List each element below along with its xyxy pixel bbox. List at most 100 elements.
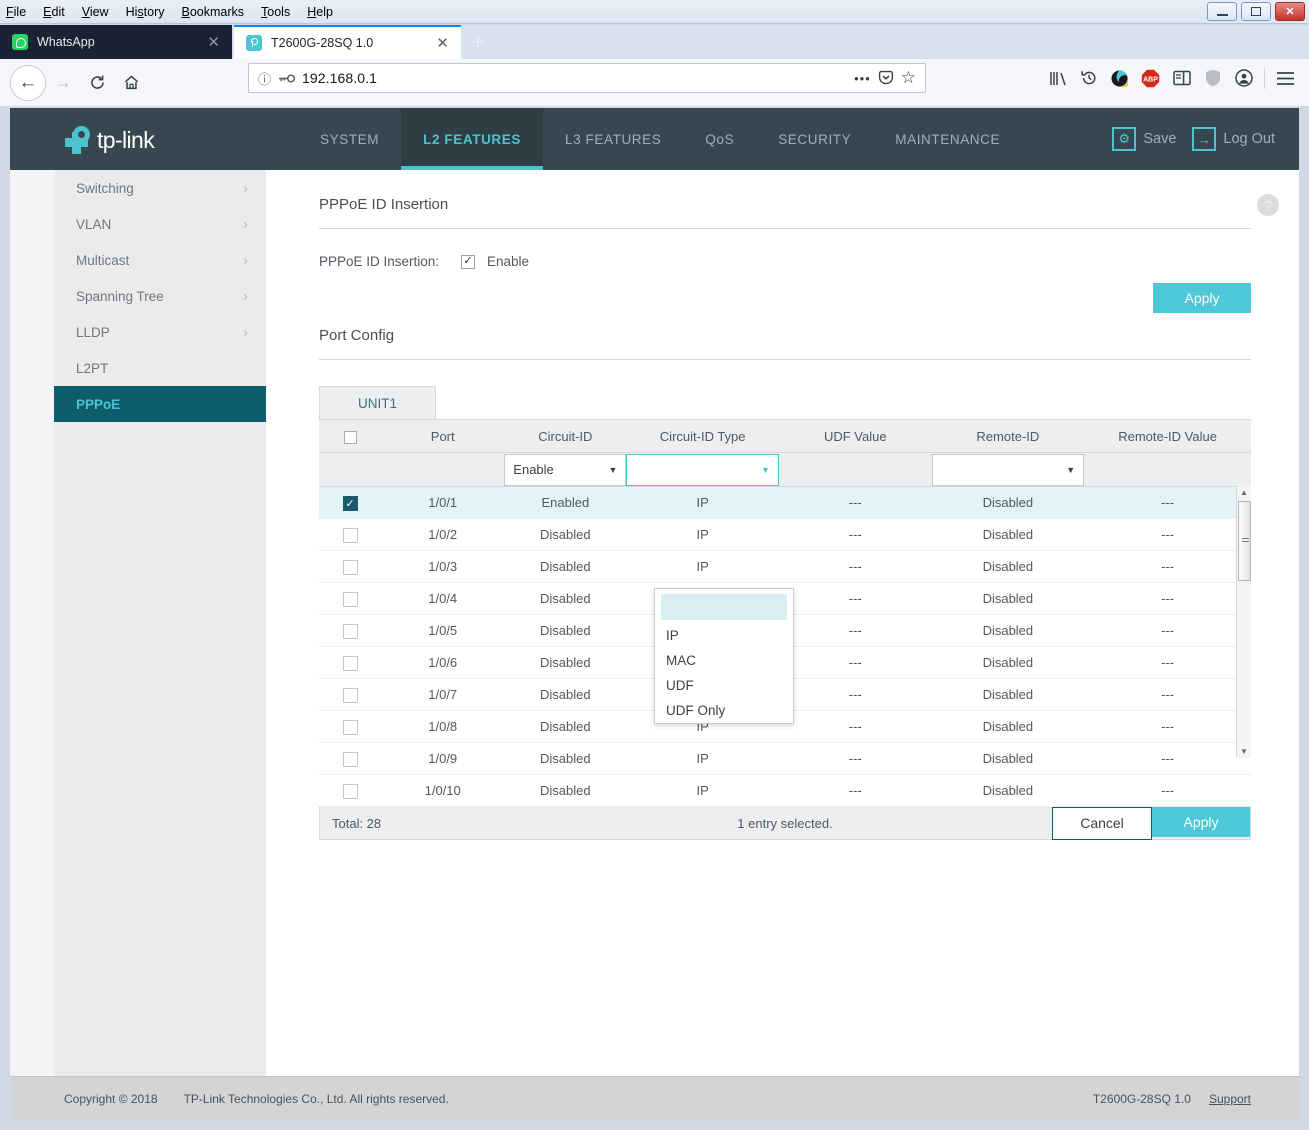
adblock-plus-icon[interactable]: ABP [1135,63,1166,93]
save-button[interactable]: ⚙ Save [1112,127,1176,151]
shield-icon[interactable] [1197,63,1228,93]
cell-remote-id: Disabled [931,678,1085,711]
nav-security[interactable]: SECURITY [756,108,873,170]
cell-remote-id: Disabled [931,486,1085,519]
dropdown-option-udf[interactable]: UDF [655,673,793,698]
chevron-right-icon: › [243,323,248,341]
menu-file[interactable]: FFileile [6,5,26,19]
sidebar-icon[interactable] [1166,63,1197,93]
dropdown-option-blank[interactable] [661,594,787,620]
cell-udf-value: --- [778,518,932,551]
row-checkbox[interactable] [342,687,358,703]
sidebar-item-pppoe[interactable]: PPPoE [54,386,266,422]
support-link[interactable]: Support [1209,1092,1251,1106]
row-checkbox[interactable] [342,751,358,767]
scroll-down-icon[interactable]: ▼ [1237,744,1251,758]
tab-unit1[interactable]: UNIT1 [319,386,436,419]
tplink-logo[interactable]: tp-link [62,126,155,154]
apply-button-top[interactable]: Apply [1153,283,1251,313]
select-all-checkbox[interactable] [343,430,357,444]
nav-maintenance[interactable]: MAINTENANCE [873,108,1022,170]
logout-button[interactable]: → Log Out [1192,127,1275,151]
row-checkbox[interactable] [342,559,358,575]
history-icon[interactable] [1073,63,1104,93]
home-icon[interactable] [114,66,148,100]
scroll-up-icon[interactable]: ▲ [1237,485,1251,499]
menu-tools[interactable]: Tools [261,5,290,19]
table-row[interactable]: 1/0/3 Disabled IP --- Disabled --- [319,550,1251,583]
left-gutter [10,170,54,1076]
nav-l3-features[interactable]: L3 FEATURES [543,108,683,170]
pocket-icon[interactable] [878,70,894,86]
row-checkbox[interactable] [342,591,358,607]
close-icon[interactable]: ✕ [207,35,220,50]
account-icon[interactable] [1228,63,1259,93]
tab-t2600g[interactable]: T2600G-28SQ 1.0 ✕ [234,25,461,59]
maximize-button[interactable] [1241,2,1271,21]
help-icon[interactable]: ? [1257,194,1279,216]
close-button[interactable]: ✕ [1275,2,1305,21]
scrollbar-thumb[interactable] [1238,501,1251,581]
table-row[interactable]: 1/0/10 Disabled IP --- Disabled --- [319,774,1251,807]
company-text: TP-Link Technologies Co., Ltd. All right… [183,1091,449,1106]
bookmark-star-icon[interactable]: ☆ [901,68,916,88]
cell-circuit-id: Disabled [504,550,627,583]
forward-icon[interactable]: → [46,66,80,100]
tab-whatsapp[interactable]: WhatsApp ✕ [0,25,232,59]
table-row[interactable]: ✓ 1/0/1 Enabled IP --- Disabled --- [319,486,1251,519]
row-checkbox[interactable] [342,527,358,543]
row-checkbox[interactable]: ✓ [342,495,358,511]
menu-edit[interactable]: Edit [43,5,65,19]
address-bar[interactable]: ⓘ 192.168.0.1 ••• ☆ [248,63,926,93]
cell-remote-id: Disabled [931,742,1085,775]
cell-port: 1/0/6 [381,646,505,679]
sidebar-item-l2pt[interactable]: L2PT [54,350,266,386]
reload-icon[interactable] [80,66,114,100]
table-scrollbar[interactable]: ▲ ▼ [1236,485,1251,758]
page-actions-icon[interactable]: ••• [854,71,871,86]
sidebar-item-switching[interactable]: Switching › [54,170,266,206]
library-icon[interactable] [1042,63,1073,93]
circuit-id-type-dropdown[interactable]: IP MAC UDF UDF Only [654,588,794,724]
info-icon[interactable]: ⓘ [258,69,271,88]
firefox-color-icon[interactable] [1104,63,1135,93]
dropdown-option-ip[interactable]: IP [655,623,793,648]
chevron-right-icon: › [243,287,248,305]
menu-history[interactable]: History [126,5,165,19]
row-checkbox[interactable] [342,623,358,639]
remote-id-select[interactable]: ▼ [931,453,1085,486]
dropdown-option-udf-only[interactable]: UDF Only [655,698,793,723]
table-row[interactable]: 1/0/2 Disabled IP --- Disabled --- [319,518,1251,551]
minimize-button[interactable] [1207,2,1237,21]
circuit-id-type-select[interactable]: ▼ [626,453,779,486]
menu-view[interactable]: View [82,5,109,19]
pppoe-enable-checkbox[interactable]: ✓ [461,254,475,269]
row-checkbox[interactable] [342,783,358,799]
cell-udf-value: --- [778,678,932,711]
back-icon[interactable]: ← [10,64,46,101]
menu-help[interactable]: Help [307,5,333,19]
sidebar-item-vlan[interactable]: VLAN › [54,206,266,242]
circuit-id-select[interactable]: Enable ▼ [504,453,627,486]
row-checkbox[interactable] [342,719,358,735]
sidebar-item-lldp[interactable]: LLDP › [54,314,266,350]
new-tab-button[interactable]: + [465,31,491,55]
cell-port: 1/0/1 [381,486,505,519]
cancel-button[interactable]: Cancel [1052,806,1152,840]
nav-system[interactable]: SYSTEM [298,108,401,170]
apply-button-table[interactable]: Apply [1152,806,1250,837]
main-nav: SYSTEM L2 FEATURES L3 FEATURES QoS SECUR… [298,108,1022,170]
sidebar-item-spanning-tree[interactable]: Spanning Tree › [54,278,266,314]
row-checkbox[interactable] [342,655,358,671]
close-icon[interactable]: ✕ [436,36,449,51]
menu-icon[interactable] [1270,63,1301,93]
url-text[interactable]: 192.168.0.1 [302,70,847,86]
cell-circuit-id-type: IP [626,774,779,807]
sidebar-item-multicast[interactable]: Multicast › [54,242,266,278]
nav-l2-features[interactable]: L2 FEATURES [401,108,543,170]
nav-qos[interactable]: QoS [683,108,756,170]
menu-bookmarks[interactable]: Bookmarks [182,5,245,19]
dropdown-option-mac[interactable]: MAC [655,648,793,673]
table-row[interactable]: 1/0/9 Disabled IP --- Disabled --- [319,742,1251,775]
cell-remote-id-value: --- [1084,678,1251,711]
